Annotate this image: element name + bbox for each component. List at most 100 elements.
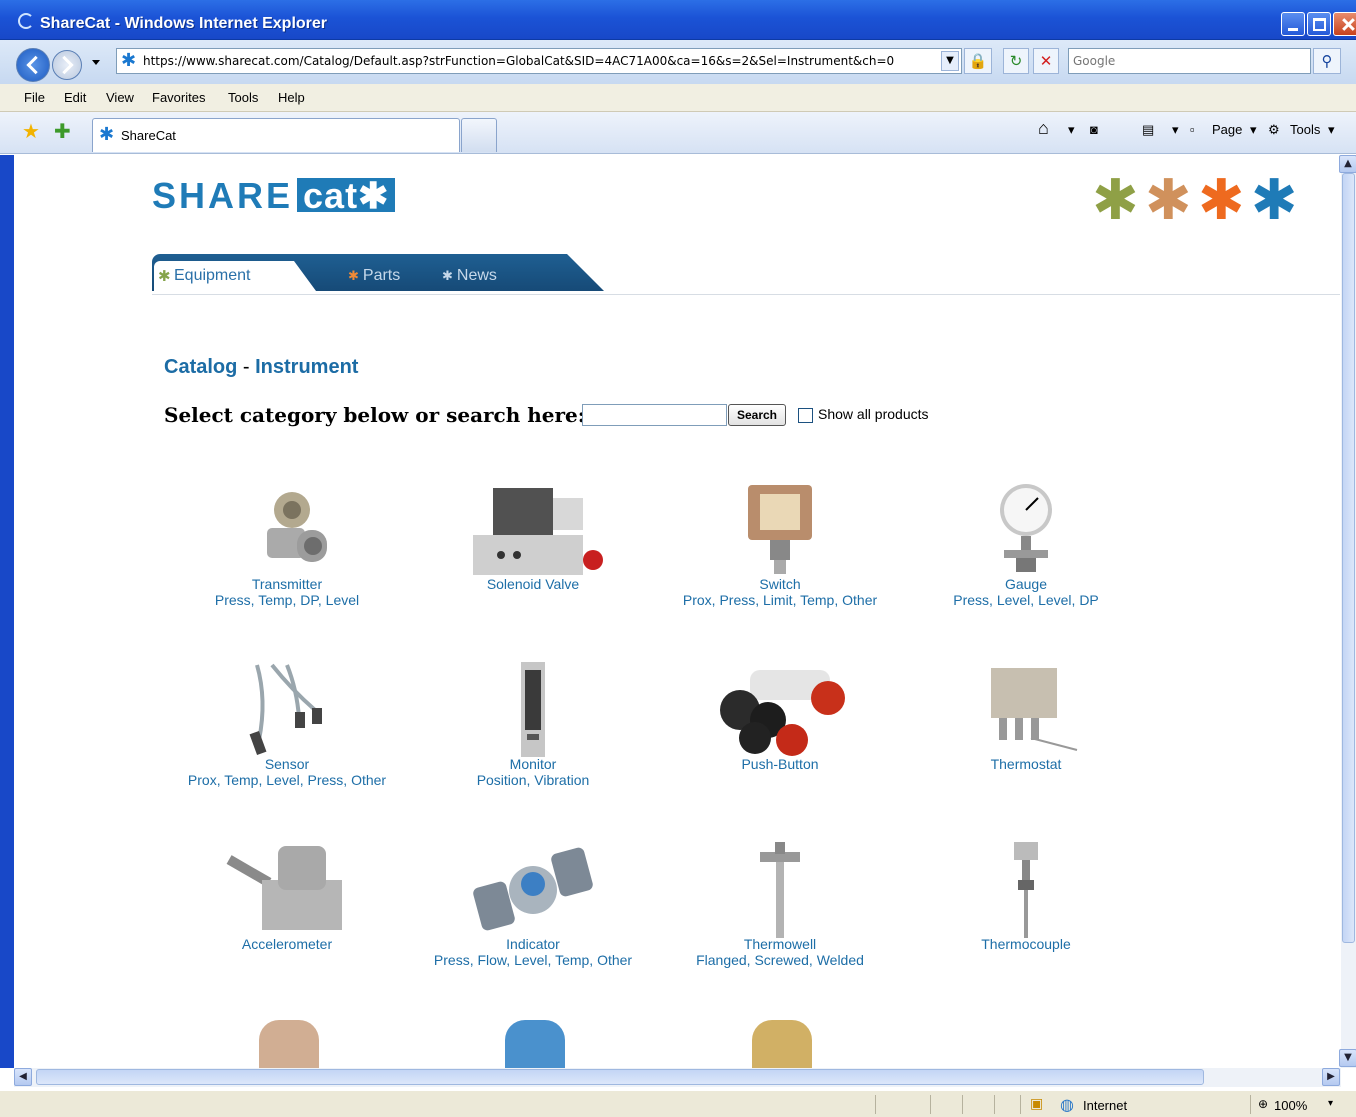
- menu-view[interactable]: View: [106, 90, 134, 105]
- tools-dropdown[interactable]: ▾: [1328, 122, 1335, 138]
- category-name[interactable]: Accelerometer: [164, 936, 410, 952]
- subcategory-link[interactable]: DP: [1079, 592, 1098, 608]
- thermowell-icon[interactable]: [730, 840, 830, 940]
- scroll-left-arrow[interactable]: ◀: [14, 1068, 32, 1086]
- category-name[interactable]: Indicator: [410, 936, 656, 952]
- category-name[interactable]: Thermocouple: [903, 936, 1149, 952]
- transmitter-icon[interactable]: [237, 480, 337, 580]
- menu-favorites[interactable]: Favorites: [152, 90, 205, 105]
- add-favorites-icon[interactable]: ✚: [54, 119, 71, 143]
- push-button-icon[interactable]: [710, 660, 850, 760]
- catalog-search-input[interactable]: [582, 404, 727, 426]
- subcategory-link[interactable]: Other: [842, 592, 877, 608]
- search-button[interactable]: Search: [728, 404, 786, 426]
- horizontal-scrollbar[interactable]: ◀ ▶: [14, 1068, 1341, 1087]
- subcategory-link[interactable]: Temp: [224, 772, 258, 788]
- category-name[interactable]: Thermostat: [903, 756, 1149, 772]
- menu-tools[interactable]: Tools: [228, 90, 258, 105]
- subcategory-link[interactable]: Level: [1038, 592, 1071, 608]
- accelerometer-icon[interactable]: [222, 840, 352, 940]
- protected-mode-icon[interactable]: ▣: [1030, 1096, 1043, 1112]
- subcategory-link[interactable]: DP: [300, 592, 318, 608]
- category-name[interactable]: Push-Button: [657, 756, 903, 772]
- category-image-partial[interactable]: [505, 1020, 565, 1068]
- subcategory-link[interactable]: Limit: [763, 592, 793, 608]
- subcategory-link[interactable]: Position: [477, 772, 527, 788]
- maximize-button[interactable]: [1307, 12, 1331, 36]
- breadcrumb-instrument[interactable]: Instrument: [255, 356, 358, 378]
- subcategory-link[interactable]: Temp: [800, 592, 834, 608]
- category-name[interactable]: Gauge: [903, 576, 1149, 592]
- scroll-right-arrow[interactable]: ▶: [1322, 1068, 1340, 1086]
- favorites-star-icon[interactable]: ★: [22, 119, 40, 143]
- subcategory-link[interactable]: Level: [326, 592, 359, 608]
- subcategory-link[interactable]: Press: [719, 592, 755, 608]
- vertical-scrollbar[interactable]: ▲ ▼: [1339, 155, 1356, 1068]
- print-icon[interactable]: ▤: [1142, 122, 1154, 138]
- subcategory-link[interactable]: Level: [266, 772, 299, 788]
- subcategory-link[interactable]: Press: [434, 952, 470, 968]
- sensor-icon[interactable]: [237, 660, 337, 760]
- search-go-button[interactable]: ⚲: [1313, 48, 1341, 74]
- category-name[interactable]: Transmitter: [164, 576, 410, 592]
- subcategory-link[interactable]: Press: [308, 772, 344, 788]
- back-button[interactable]: [16, 48, 50, 82]
- sharecat-logo[interactable]: SHARE cat✱: [152, 175, 396, 217]
- search-box[interactable]: [1068, 48, 1311, 74]
- tab-news[interactable]: ✱ News: [442, 267, 497, 285]
- security-zone[interactable]: Internet: [1083, 1098, 1127, 1113]
- subcategory-link[interactable]: Prox: [683, 592, 712, 608]
- menu-help[interactable]: Help: [278, 90, 305, 105]
- new-tab-button[interactable]: [461, 118, 497, 152]
- tools-menu[interactable]: Tools: [1290, 122, 1320, 137]
- horizontal-scroll-thumb[interactable]: [36, 1069, 1204, 1085]
- url-input[interactable]: [143, 52, 923, 70]
- subcategory-link[interactable]: Other: [351, 772, 386, 788]
- subcategory-link[interactable]: Flow: [477, 952, 506, 968]
- address-bar[interactable]: ✱ ▼: [116, 48, 962, 74]
- subcategory-link[interactable]: Welded: [817, 952, 864, 968]
- recent-pages-dropdown[interactable]: [92, 60, 100, 65]
- forward-button[interactable]: [52, 50, 82, 80]
- category-name[interactable]: Thermowell: [657, 936, 903, 952]
- tab-parts[interactable]: ✱ Parts: [348, 267, 400, 285]
- show-all-checkbox[interactable]: [798, 408, 813, 423]
- subcategory-link[interactable]: Prox: [188, 772, 217, 788]
- subcategory-link[interactable]: Other: [597, 952, 632, 968]
- close-button[interactable]: [1333, 12, 1356, 36]
- tab-sharecat[interactable]: ✱ ShareCat: [92, 118, 460, 152]
- zoom-level[interactable]: 100%: [1274, 1098, 1307, 1113]
- subcategory-link[interactable]: Temp: [258, 592, 292, 608]
- subcategory-link[interactable]: Flanged: [696, 952, 747, 968]
- category-image-partial[interactable]: [752, 1020, 812, 1068]
- minimize-button[interactable]: [1281, 12, 1305, 36]
- category-image-partial[interactable]: [259, 1020, 319, 1068]
- page-dropdown[interactable]: ▾: [1250, 122, 1257, 138]
- print-dropdown[interactable]: ▾: [1172, 122, 1179, 138]
- thermocouple-icon[interactable]: [976, 840, 1076, 940]
- scroll-down-arrow[interactable]: ▼: [1339, 1049, 1356, 1067]
- refresh-button[interactable]: ↻: [1003, 48, 1029, 74]
- feeds-icon[interactable]: ◙: [1090, 122, 1098, 137]
- subcategory-link[interactable]: Press: [953, 592, 989, 608]
- zoom-dropdown[interactable]: ▾: [1328, 1098, 1333, 1109]
- category-name[interactable]: Switch: [657, 576, 903, 592]
- search-engine-input[interactable]: [1073, 50, 1303, 72]
- category-name[interactable]: Solenoid Valve: [410, 576, 656, 592]
- subcategory-link[interactable]: Level: [514, 952, 547, 968]
- breadcrumb-catalog[interactable]: Catalog: [164, 356, 237, 378]
- thermostat-icon[interactable]: [971, 660, 1081, 760]
- page-menu[interactable]: Page: [1212, 122, 1242, 137]
- category-name[interactable]: Sensor: [164, 756, 410, 772]
- home-dropdown[interactable]: ▾: [1068, 122, 1075, 138]
- subcategory-link[interactable]: Press: [215, 592, 251, 608]
- stop-button[interactable]: ✕: [1033, 48, 1059, 74]
- switch-icon[interactable]: [730, 480, 830, 580]
- subcategory-link[interactable]: Temp: [555, 952, 589, 968]
- subcategory-link[interactable]: Screwed: [754, 952, 808, 968]
- menu-edit[interactable]: Edit: [64, 90, 86, 105]
- address-dropdown-button[interactable]: ▼: [941, 51, 959, 71]
- category-name[interactable]: Monitor: [410, 756, 656, 772]
- home-icon[interactable]: ⌂: [1038, 118, 1049, 139]
- vertical-scroll-thumb[interactable]: [1342, 173, 1355, 943]
